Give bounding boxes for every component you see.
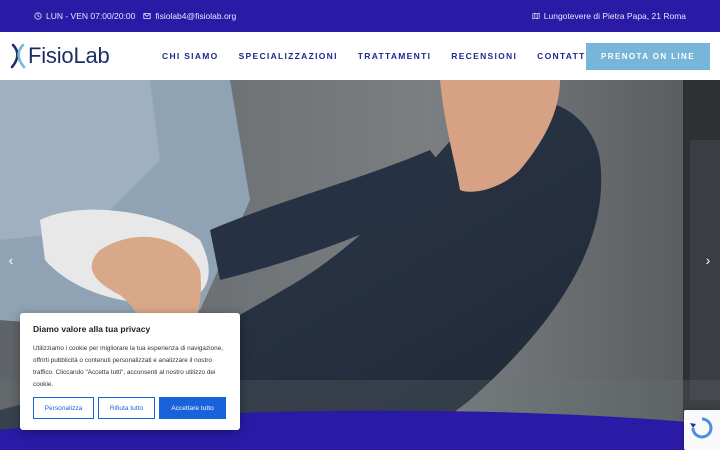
address[interactable]: Lungotevere di Pietra Papa, 21 Roma	[532, 0, 686, 32]
nav-specializzazioni[interactable]: SPECIALIZZAZIONI	[239, 51, 338, 61]
logo[interactable]: FisioLab	[10, 42, 110, 70]
cookie-description: Utilizziamo i cookie per migliorare la t…	[33, 345, 224, 388]
cookie-buttons: Personalizza Rifiuta tutto Accettare tut…	[33, 397, 226, 419]
clock-icon	[34, 12, 42, 20]
recaptcha-badge[interactable]	[684, 410, 720, 450]
slider-prev-arrow[interactable]: ‹	[6, 252, 16, 268]
book-online-button[interactable]: PRENOTA ON LINE	[586, 43, 710, 70]
logo-mark-icon	[10, 43, 26, 69]
nav-chi-siamo[interactable]: CHI SIAMO	[162, 51, 219, 61]
cookie-consent-dialog: Diamo valore alla tua privacy Utilizziam…	[20, 313, 240, 430]
opening-hours-text: LUN - VEN 07:00/20:00	[46, 11, 136, 21]
top-bar-contacts: LUN - VEN 07:00/20:00 fisiolab4@fisiolab…	[34, 0, 236, 32]
slider-next-arrow[interactable]: ›	[703, 252, 713, 268]
email-link[interactable]: fisiolab4@fisiolab.org	[155, 11, 236, 21]
reject-all-button[interactable]: Rifiuta tutto	[98, 397, 155, 419]
top-bar: LUN - VEN 07:00/20:00 fisiolab4@fisiolab…	[0, 0, 720, 32]
map-icon	[532, 12, 540, 20]
envelope-icon	[143, 13, 151, 19]
nav-recensioni[interactable]: RECENSIONI	[451, 51, 517, 61]
accept-all-button[interactable]: Accettare tutto	[159, 397, 226, 419]
email-contact[interactable]: fisiolab4@fisiolab.org	[143, 11, 236, 21]
nav-trattamenti[interactable]: TRATTAMENTI	[358, 51, 431, 61]
customize-button[interactable]: Personalizza	[33, 397, 94, 419]
logo-text: FisioLab	[28, 43, 110, 68]
opening-hours: LUN - VEN 07:00/20:00	[34, 11, 135, 21]
recaptcha-icon	[690, 417, 713, 439]
cookie-title: Diamo valore alla tua privacy	[33, 324, 151, 334]
main-nav: CHI SIAMO SPECIALIZZAZIONI TRATTAMENTI R…	[162, 32, 609, 80]
address-text[interactable]: Lungotevere di Pietra Papa, 21 Roma	[544, 11, 686, 21]
site-header: FisioLab CHI SIAMO SPECIALIZZAZIONI TRAT…	[0, 32, 720, 80]
nav-contatti[interactable]: CONTATTI	[537, 51, 589, 61]
